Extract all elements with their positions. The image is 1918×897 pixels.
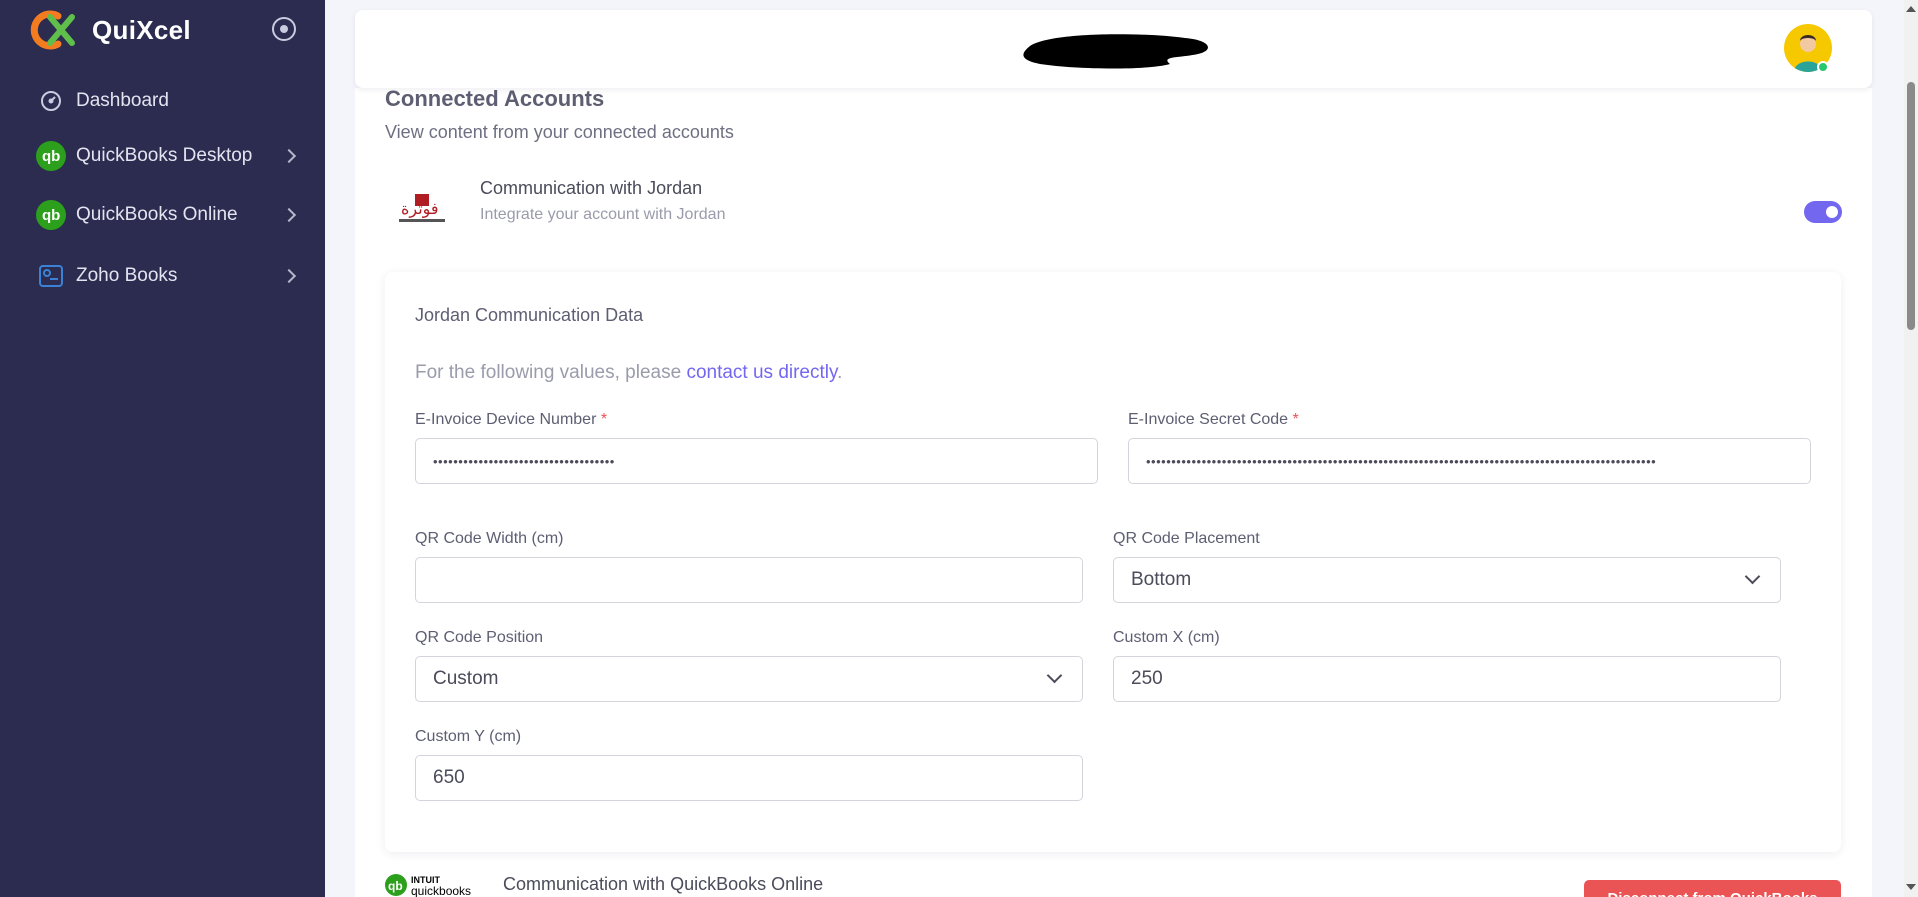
sidebar-item-quickbooks-online[interactable]: qb QuickBooks Online bbox=[36, 193, 298, 237]
disconnect-quickbooks-button[interactable]: Disconnect from QuickBooks bbox=[1584, 880, 1841, 897]
svg-text:فوترة: فوترة bbox=[401, 199, 439, 219]
redacted-mark bbox=[1023, 34, 1208, 69]
panel-note-suffix: . bbox=[837, 362, 843, 383]
sidebar-item-zoho-books[interactable]: Zoho Books bbox=[36, 254, 298, 298]
secret-code-label-text: E-Invoice Secret Code bbox=[1128, 411, 1289, 428]
qr-placement-label: QR Code Placement bbox=[1113, 530, 1260, 547]
chevron-right-icon bbox=[281, 207, 297, 223]
account-title: Communication with Jordan bbox=[480, 178, 703, 198]
custom-y-label: Custom Y (cm) bbox=[415, 728, 522, 745]
fawtara-logo-icon: فوترة bbox=[393, 186, 451, 232]
account-subtitle: Integrate your account with Jordan bbox=[480, 206, 726, 223]
panel-note: For the following values, please contact… bbox=[415, 362, 842, 384]
page-title: Connected Accounts bbox=[385, 86, 605, 111]
custom-x-label: Custom X (cm) bbox=[1113, 629, 1220, 646]
device-number-input[interactable]: •••••••••••••••••••••••••••••••••••• bbox=[415, 438, 1098, 484]
chevron-down-icon bbox=[1046, 667, 1063, 684]
quickbooks-icon: qb bbox=[36, 141, 66, 171]
online-status-dot bbox=[1817, 61, 1829, 73]
panel-title: Jordan Communication Data bbox=[415, 305, 644, 325]
chevron-down-icon bbox=[1744, 568, 1761, 585]
secret-code-input[interactable]: ••••••••••••••••••••••••••••••••••••••••… bbox=[1128, 438, 1811, 484]
qr-width-input[interactable] bbox=[415, 557, 1083, 603]
secret-code-label: E-Invoice Secret Code * bbox=[1128, 411, 1299, 429]
qr-position-value: Custom bbox=[433, 668, 499, 689]
device-number-label: E-Invoice Device Number * bbox=[415, 411, 607, 429]
next-account-title: Communication with QuickBooks Online bbox=[503, 874, 824, 894]
required-marker: * bbox=[600, 411, 608, 428]
svg-text:qb: qb bbox=[42, 207, 60, 224]
svg-text:qb: qb bbox=[42, 148, 60, 165]
dashboard-icon bbox=[36, 86, 66, 116]
qr-position-select[interactable]: Custom bbox=[415, 656, 1083, 702]
app-name: QuiXcel bbox=[92, 14, 191, 45]
panel-note-text: For the following values, please bbox=[415, 362, 682, 383]
custom-x-input[interactable]: 250 bbox=[1113, 656, 1781, 702]
sidebar-item-dashboard[interactable]: Dashboard bbox=[36, 79, 298, 123]
device-number-label-text: E-Invoice Device Number bbox=[415, 411, 597, 428]
svg-text:qb: qb bbox=[388, 879, 403, 893]
page-subtitle: View content from your connected account… bbox=[385, 122, 734, 142]
collapse-sidebar-icon[interactable] bbox=[272, 17, 296, 41]
zoho-books-icon bbox=[36, 261, 66, 291]
sidebar-item-label: Zoho Books bbox=[76, 265, 178, 286]
scrollbar-thumb[interactable] bbox=[1907, 82, 1915, 330]
quickbooks-icon: qb bbox=[36, 200, 66, 230]
sidebar-item-label: QuickBooks Desktop bbox=[76, 145, 253, 166]
scroll-up-icon[interactable] bbox=[1906, 6, 1916, 12]
scroll-down-icon[interactable] bbox=[1906, 884, 1916, 890]
qr-placement-select[interactable]: Bottom bbox=[1113, 557, 1781, 603]
intuit-quickbooks-logo-icon: qb INTUIT quickbooks bbox=[385, 873, 485, 897]
sidebar-item-label: QuickBooks Online bbox=[76, 204, 238, 225]
account-enabled-toggle[interactable] bbox=[1804, 201, 1842, 223]
qr-placement-value: Bottom bbox=[1131, 569, 1192, 590]
chevron-right-icon bbox=[281, 268, 297, 284]
svg-text:quickbooks: quickbooks bbox=[411, 884, 471, 897]
required-marker: * bbox=[1292, 411, 1299, 428]
sidebar-item-quickbooks-desktop[interactable]: qb QuickBooks Desktop bbox=[36, 134, 298, 178]
qr-position-label: QR Code Position bbox=[415, 629, 544, 646]
brand[interactable]: QuiXcel bbox=[28, 8, 191, 52]
chevron-right-icon bbox=[281, 148, 297, 164]
qr-width-label: QR Code Width (cm) bbox=[415, 530, 564, 547]
sidebar: QuiXcel Dashboard qb QuickBooks Desktop … bbox=[0, 0, 325, 897]
custom-y-input[interactable]: 650 bbox=[415, 755, 1083, 801]
quixcel-logo-icon bbox=[30, 10, 75, 50]
contact-us-link[interactable]: contact us directly bbox=[686, 362, 837, 383]
sidebar-item-label: Dashboard bbox=[76, 90, 169, 111]
